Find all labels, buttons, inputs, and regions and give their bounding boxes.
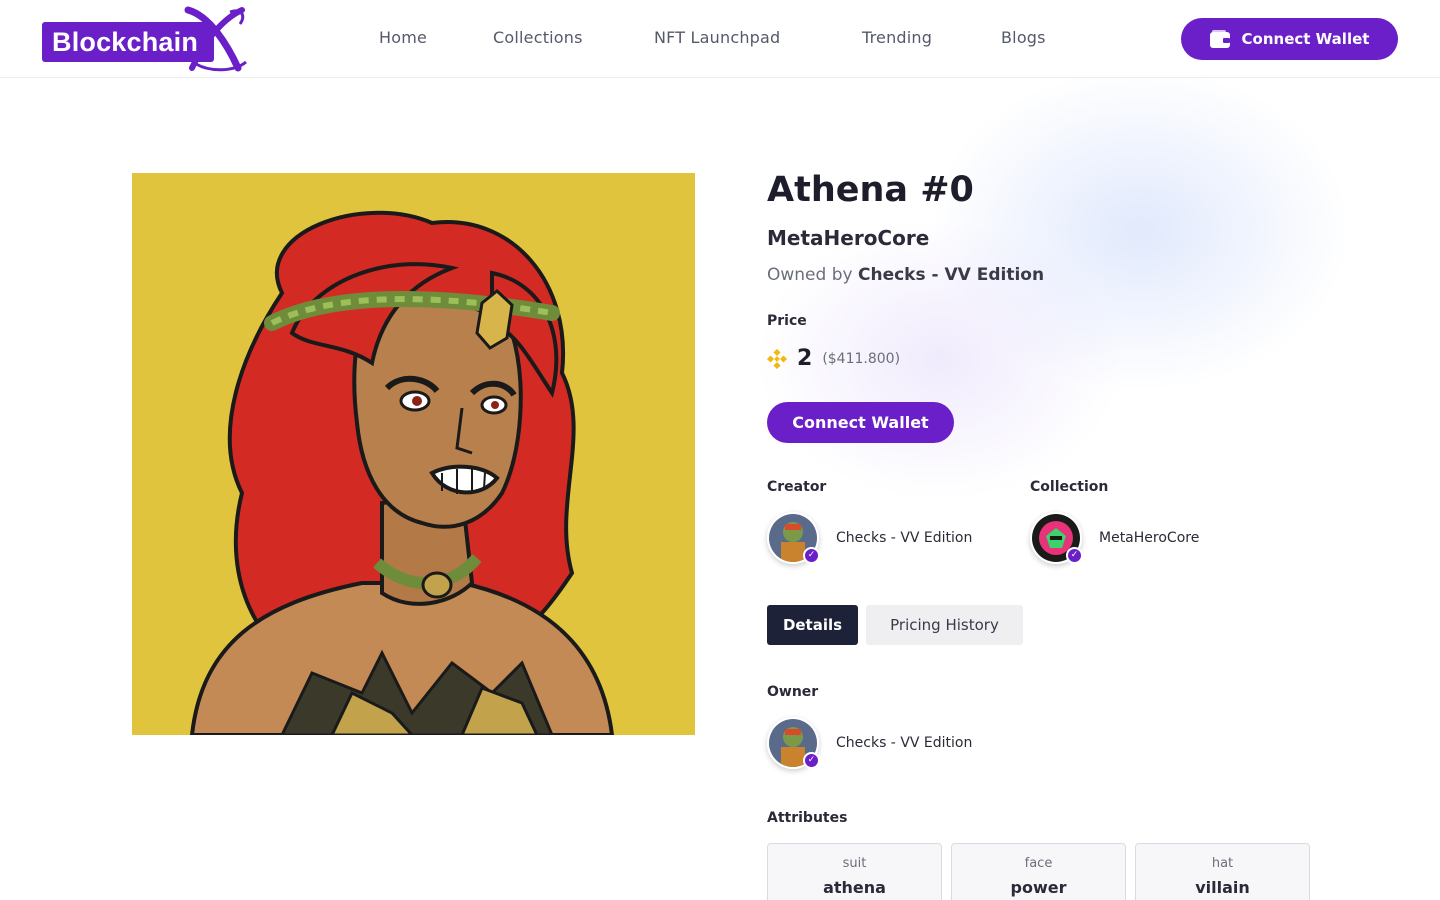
site-header: Blockchain Home Collections NFT Launchpa… <box>0 0 1440 78</box>
logo-text: Blockchain <box>52 27 199 57</box>
attribute-card: suit athena <box>767 843 942 900</box>
owner-label: Owner <box>767 684 819 700</box>
attribute-key: face <box>1024 856 1053 871</box>
owner-name[interactable]: Checks - VV Edition <box>836 735 972 751</box>
attributes-grid: suit athena face power hat villain <box>767 843 1310 900</box>
owner-info[interactable]: ✓ Checks - VV Edition <box>767 717 972 769</box>
creator-info[interactable]: ✓ Checks - VV Edition <box>767 512 972 564</box>
blockchainx-logo[interactable]: Blockchain <box>40 6 250 72</box>
verified-check-icon: ✓ <box>1066 547 1083 564</box>
attribute-card: face power <box>951 843 1126 900</box>
connect-wallet-button[interactable]: Connect Wallet <box>767 402 954 443</box>
price-value: 2 <box>797 346 813 371</box>
verified-check-icon: ✓ <box>803 547 820 564</box>
attribute-value: athena <box>823 878 886 897</box>
logo-x-icon <box>184 6 247 72</box>
owned-by-prefix: Owned by <box>767 265 853 285</box>
verified-check-icon: ✓ <box>803 752 820 769</box>
wallet-icon <box>1209 30 1230 48</box>
nft-collection-name[interactable]: MetaHeroCore <box>767 226 929 250</box>
collection-info[interactable]: ✓ MetaHeroCore <box>1030 512 1199 564</box>
collection-label: Collection <box>1030 479 1109 495</box>
owned-by: Owned by Checks - VV Edition <box>767 265 1044 285</box>
collection-avatar[interactable]: ✓ <box>1030 512 1083 564</box>
price-usd: ($411.800) <box>822 350 901 367</box>
creator-name[interactable]: Checks - VV Edition <box>836 530 972 546</box>
creator-avatar[interactable]: ✓ <box>767 512 820 564</box>
attribute-key: suit <box>842 856 867 871</box>
nav-blogs[interactable]: Blogs <box>1001 28 1046 47</box>
price-row: 2 ($411.800) <box>767 346 900 371</box>
nav-collections[interactable]: Collections <box>493 28 583 47</box>
nft-title: Athena #0 <box>767 170 974 210</box>
nft-artwork[interactable] <box>132 173 695 735</box>
owner-avatar[interactable]: ✓ <box>767 717 820 769</box>
nav-trending[interactable]: Trending <box>862 28 932 47</box>
tab-pricing-history[interactable]: Pricing History <box>866 605 1023 645</box>
attribute-key: hat <box>1211 856 1234 871</box>
attribute-card: hat villain <box>1135 843 1310 900</box>
header-connect-wallet-label: Connect Wallet <box>1241 30 1370 48</box>
bnb-icon <box>767 348 787 369</box>
detail-tabs: Details Pricing History <box>767 605 1023 645</box>
nav-nft-launchpad[interactable]: NFT Launchpad <box>654 28 780 47</box>
attributes-label: Attributes <box>767 810 848 826</box>
header-connect-wallet-button[interactable]: Connect Wallet <box>1181 18 1398 60</box>
price-label: Price <box>767 313 807 329</box>
nft-artwork-illustration <box>132 173 695 735</box>
attribute-value: power <box>1010 878 1067 897</box>
owned-by-name[interactable]: Checks - VV Edition <box>858 265 1044 285</box>
collection-info-name[interactable]: MetaHeroCore <box>1099 530 1199 546</box>
creator-label: Creator <box>767 479 827 495</box>
attribute-value: villain <box>1195 878 1250 897</box>
tab-details[interactable]: Details <box>767 605 858 645</box>
nav-home[interactable]: Home <box>379 28 427 47</box>
